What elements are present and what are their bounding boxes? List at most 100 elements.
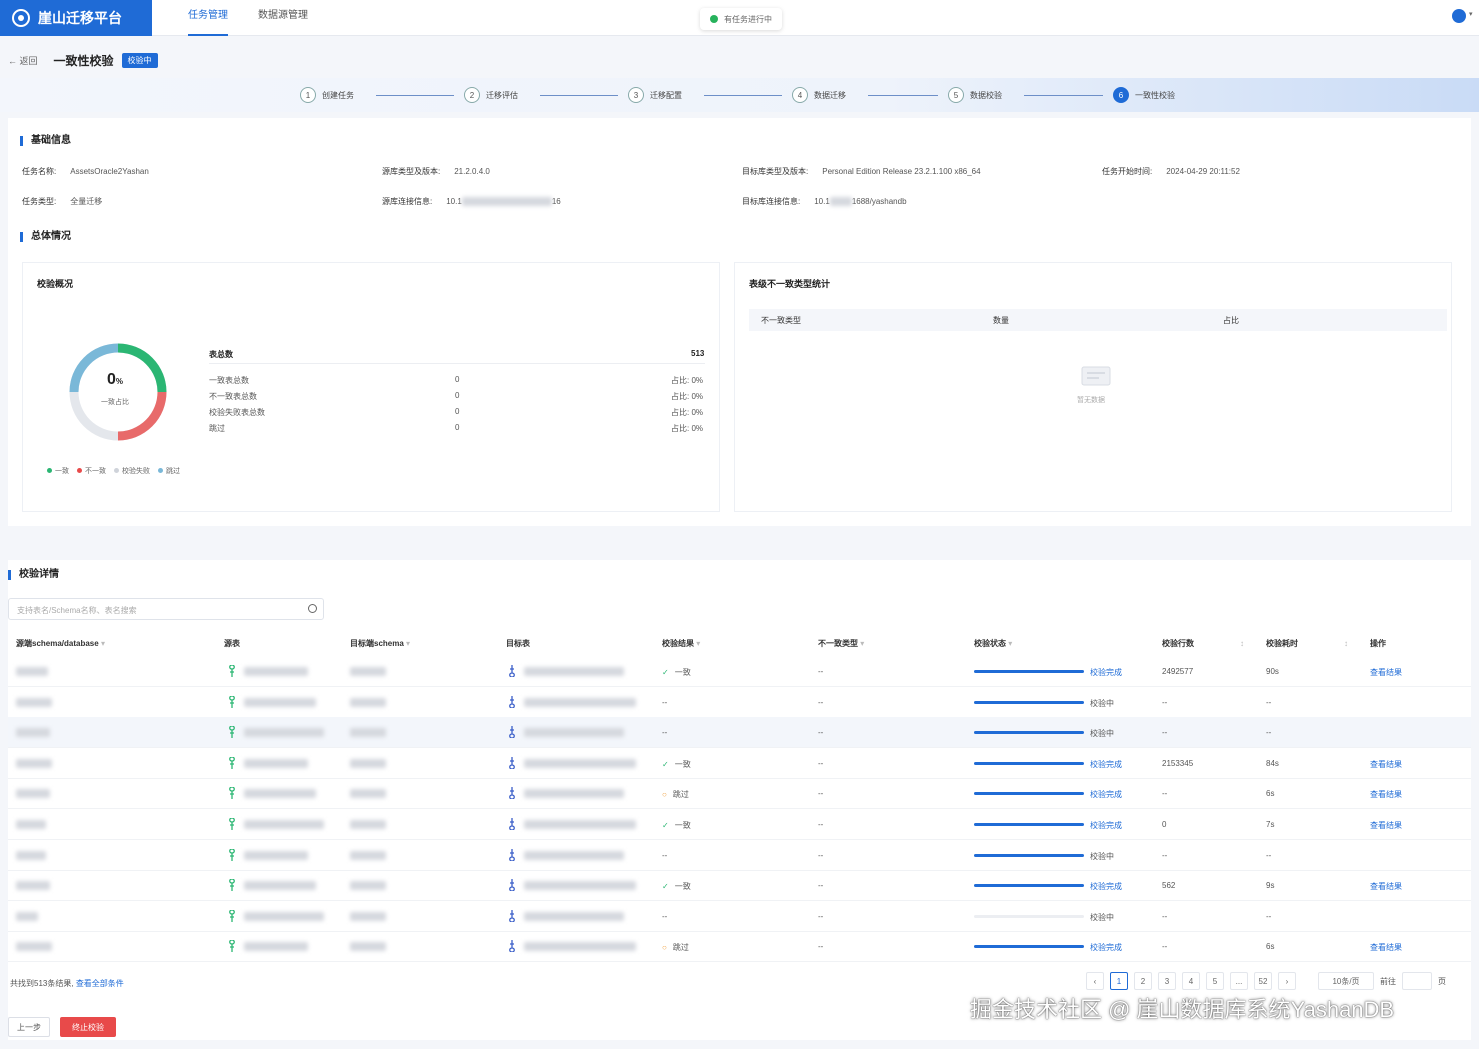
view-all-link[interactable]: 查看全部条件 [76, 979, 124, 988]
step-label: 创建任务 [322, 90, 354, 100]
verify-result-cell: -- [662, 911, 668, 921]
verify-duration-cell: 9s [1266, 881, 1275, 891]
column-header[interactable]: 校验结果 ▾ [662, 632, 700, 656]
target-schema-cell [350, 697, 386, 709]
verify-overview-card: 校验概况 0% 一致占比 表总数 513 一致表总数 0 占比: 0% 不一致表总数 0… [22, 262, 720, 512]
view-result-link[interactable]: 查看结果 [1370, 881, 1402, 892]
target-version-row: 目标库类型及版本: Personal Edition Release 23.2.1… [742, 167, 981, 176]
column-header[interactable]: 校验耗时 ↕ [1266, 632, 1348, 656]
search-input[interactable]: 支持表名/Schema名称、表名搜索 [8, 598, 324, 620]
verify-result-cell: ✓ 一致 [662, 821, 691, 830]
source-db-icon [229, 787, 235, 800]
verify-status-cell[interactable]: 校验完成 [1090, 881, 1122, 892]
column-header[interactable]: 校验行数 ↕ [1162, 632, 1244, 656]
view-result-link[interactable]: 查看结果 [1370, 667, 1402, 678]
page-button[interactable]: 2 [1134, 972, 1152, 990]
table-row[interactable]: ✓ 一致 -- 校验完成 2492577 90s 查看结果 [8, 656, 1471, 687]
table-row[interactable]: -- -- 校验中 -- -- [8, 687, 1471, 718]
target-db-icon [509, 818, 515, 830]
step-label: 迁移评估 [486, 90, 518, 100]
view-result-link[interactable]: 查看结果 [1370, 820, 1402, 831]
divider [209, 363, 705, 364]
back-button[interactable]: ← 返回 [8, 54, 38, 67]
page-button[interactable]: ... [1230, 972, 1248, 990]
source-schema-cell [16, 789, 50, 800]
stat-label: 校验失败表总数 [209, 408, 265, 417]
app-logo[interactable]: 崖山迁移平台 [0, 0, 152, 36]
user-avatar-icon[interactable] [1452, 9, 1466, 23]
source-schema-cell [16, 667, 48, 678]
target-table-cell [524, 758, 636, 770]
target-table-cell [524, 697, 636, 709]
target-table-cell [524, 942, 636, 953]
legend-item[interactable]: 校验失败 [114, 466, 150, 476]
step-number: 1 [300, 87, 316, 103]
page-button[interactable]: 5 [1206, 972, 1224, 990]
legend-item[interactable]: 一致 [47, 466, 69, 476]
prev-page-button[interactable]: ‹ [1086, 972, 1104, 990]
legend-item[interactable]: 不一致 [77, 466, 106, 476]
legend-item[interactable]: 跳过 [158, 466, 180, 476]
page-button[interactable]: 4 [1182, 972, 1200, 990]
table-row[interactable]: -- -- 校验中 -- -- [8, 840, 1471, 871]
verify-status-cell[interactable]: 校验完成 [1090, 789, 1122, 800]
table-row[interactable]: ✓ 一致 -- 校验完成 0 7s 查看结果 [8, 809, 1471, 840]
view-result-link[interactable]: 查看结果 [1370, 789, 1402, 800]
table-row[interactable]: -- -- 校验中 -- -- [8, 901, 1471, 932]
page-button[interactable]: 1 [1110, 972, 1128, 990]
column-header[interactable]: 目标表 [506, 632, 530, 656]
view-result-link[interactable]: 查看结果 [1370, 759, 1402, 770]
column-header[interactable]: 校验状态 ▾ [974, 632, 1012, 656]
tab-task-management[interactable]: 任务管理 [188, 0, 228, 36]
column-header[interactable]: 操作 [1370, 632, 1386, 656]
column-header[interactable]: 目标端schema ▾ [350, 632, 410, 656]
stat-count: 0 [455, 375, 460, 384]
verified-rows-cell: -- [1162, 911, 1168, 921]
check-icon: ✓ [662, 821, 669, 830]
source-db-icon [229, 909, 235, 922]
step-number: 6 [1113, 87, 1129, 103]
verify-status-cell[interactable]: 校验完成 [1090, 759, 1122, 770]
step-5: 5 数据校验 [948, 87, 1002, 103]
column-header[interactable]: 源端schema/database ▾ [16, 632, 105, 656]
chevron-down-icon[interactable]: ▾ [1469, 10, 1473, 18]
legend-dot-icon [77, 468, 82, 473]
page-size-select[interactable]: 10条/页 [1318, 972, 1374, 990]
table-row[interactable]: ✓ 一致 -- 校验完成 562 9s 查看结果 [8, 870, 1471, 902]
target-schema-cell [350, 820, 386, 831]
start-time-row: 任务开始时间: 2024-04-29 20:11:52 [1102, 167, 1240, 176]
table-row[interactable]: ○ 跳过 -- 校验完成 -- 6s 查看结果 [8, 931, 1471, 963]
target-schema-cell [350, 850, 386, 862]
stop-verify-button[interactable]: 终止校验 [60, 1017, 116, 1037]
view-result-link[interactable]: 查看结果 [1370, 942, 1402, 953]
table-row[interactable]: ✓ 一致 -- 校验完成 2153345 84s 查看结果 [8, 748, 1471, 779]
tab-datasource-management[interactable]: 数据源管理 [258, 0, 308, 36]
progress-bar [974, 945, 1084, 949]
table-row[interactable]: ○ 跳过 -- 校验完成 -- 6s 查看结果 [8, 778, 1471, 810]
source-db-icon [229, 818, 235, 830]
search-icon[interactable] [308, 604, 317, 613]
inconsistency-type-cell: -- [818, 789, 824, 799]
verify-duration-cell: 90s [1266, 667, 1279, 676]
total-value: 513 [691, 349, 705, 358]
column-header[interactable]: 源表 [224, 632, 240, 656]
goto-page-input[interactable] [1402, 972, 1432, 990]
target-schema-cell [350, 758, 386, 770]
page-button[interactable]: 3 [1158, 972, 1176, 990]
prev-step-button[interactable]: 上一步 [8, 1017, 50, 1037]
progress-bar [974, 914, 1084, 918]
goto-label: 前往 [1380, 976, 1396, 986]
verify-status-cell[interactable]: 校验完成 [1090, 667, 1122, 678]
task-status-pill[interactable]: 有任务进行中 [700, 8, 782, 30]
next-page-button[interactable]: › [1278, 972, 1296, 990]
page-button[interactable]: 52 [1254, 972, 1272, 990]
verify-status-cell[interactable]: 校验完成 [1090, 820, 1122, 831]
table-row[interactable]: -- -- 校验中 -- -- [8, 717, 1471, 749]
target-table-cell [524, 728, 624, 739]
page-title: 一致性校验 [53, 53, 114, 68]
column-header[interactable]: 不一致类型 ▾ [818, 632, 864, 656]
verify-status-cell[interactable]: 校验完成 [1090, 942, 1122, 953]
verify-result-cell: ✓ 一致 [662, 882, 691, 892]
empty-text: 暂无数据 [1077, 397, 1105, 404]
source-schema-cell [16, 942, 52, 953]
